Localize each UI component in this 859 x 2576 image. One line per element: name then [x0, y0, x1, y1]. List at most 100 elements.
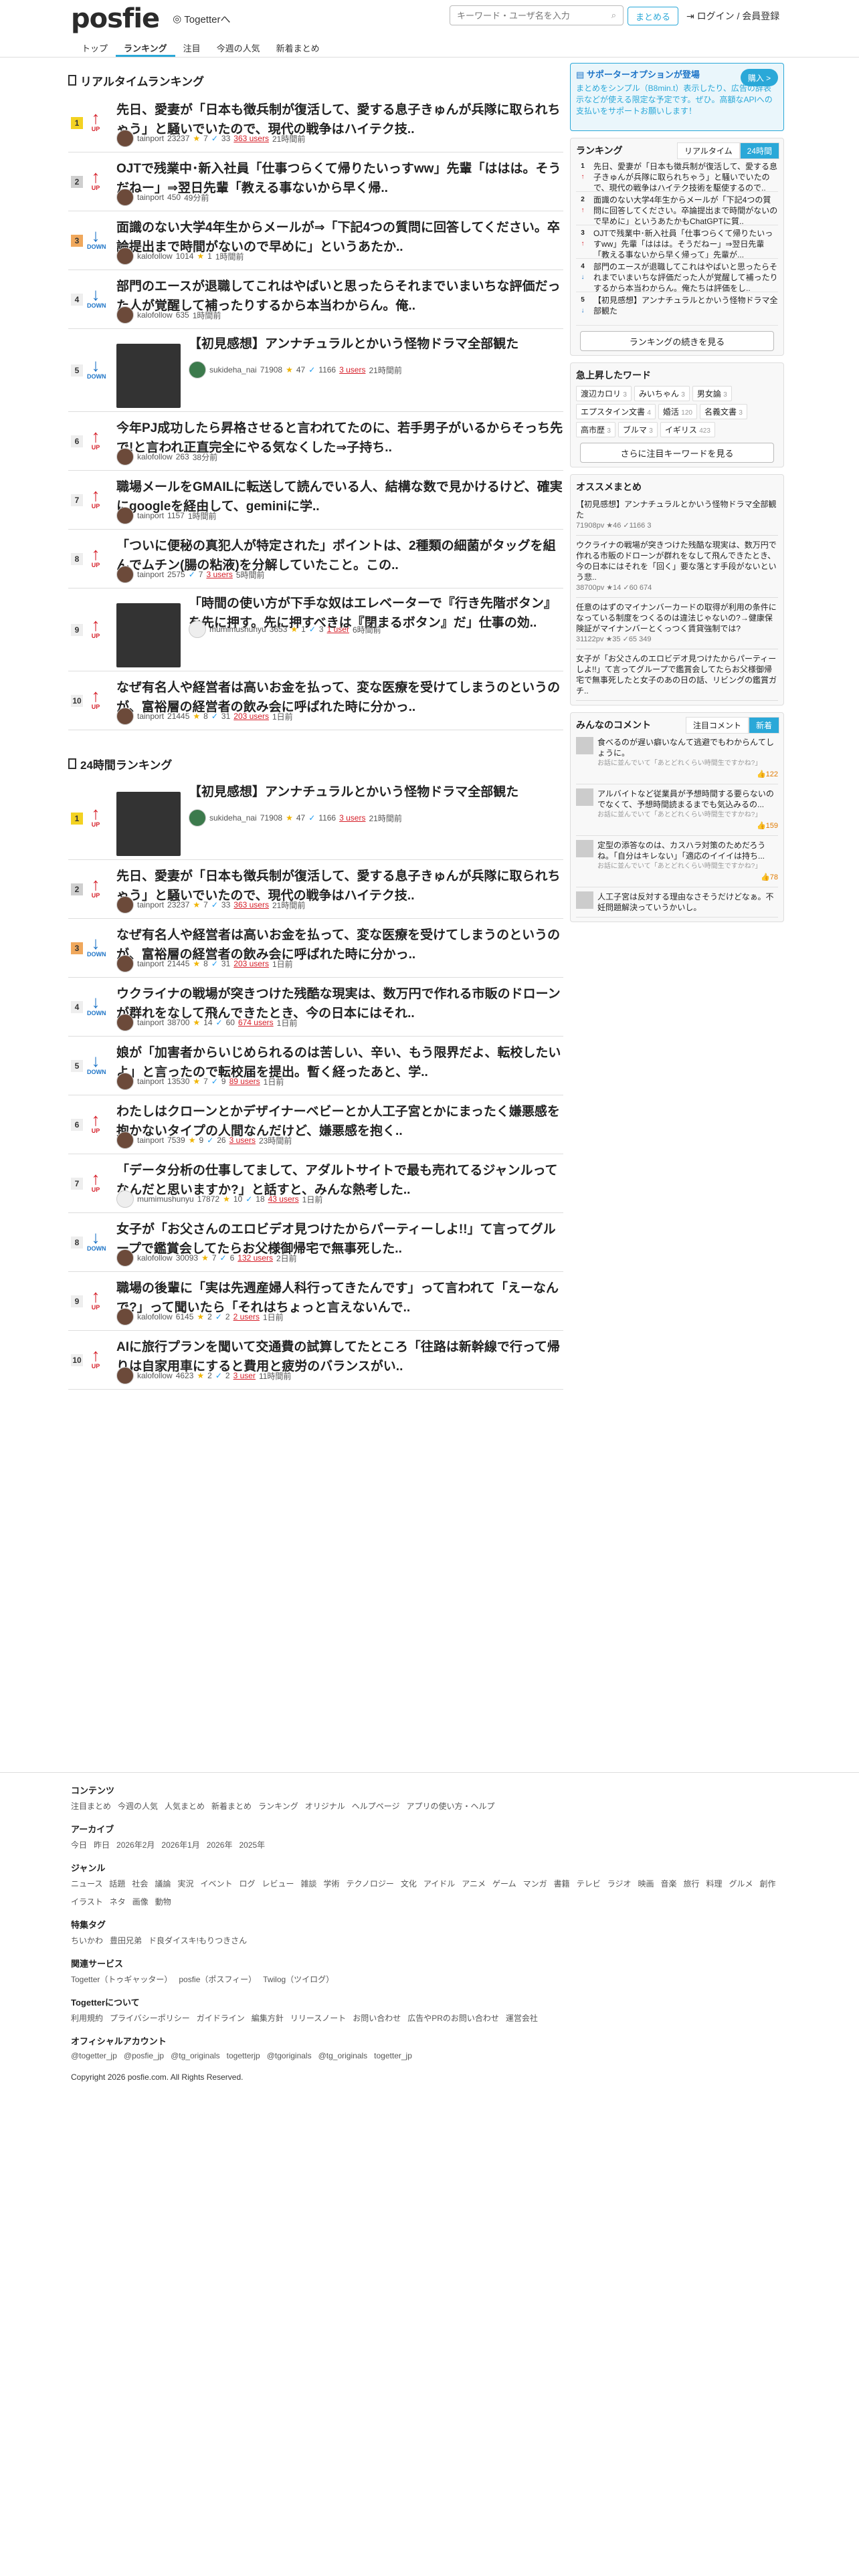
footer-link[interactable]: イラスト: [71, 1896, 103, 1907]
comment-source[interactable]: お話に並んでいて「あとどれくらい時間生ですかね?」: [597, 861, 778, 872]
avatar[interactable]: [116, 955, 134, 972]
footer-link[interactable]: Togetter（トゥギャッター）: [71, 1973, 172, 1985]
footer-link[interactable]: 料理: [706, 1878, 723, 1889]
users-count[interactable]: 3 users: [339, 813, 365, 823]
tab-featured[interactable]: 注目: [175, 37, 209, 57]
ranking-item[interactable]: 9 ↑ UP 職場の後輩に「実は先週産婦人科行ってきたんです」って言われて「えーなんで…: [68, 1272, 563, 1331]
footer-link[interactable]: 学術: [324, 1878, 340, 1889]
footer-link[interactable]: ゲーム: [492, 1878, 516, 1889]
footer-link[interactable]: 雑談: [301, 1878, 317, 1889]
footer-link[interactable]: 今週の人気: [118, 1800, 158, 1812]
comment-thumbnail[interactable]: [576, 788, 593, 806]
user-name[interactable]: tainport: [137, 1136, 164, 1145]
recommend-item[interactable]: 任意のはずのマイナンバーカードの取得が利用の条件になっている制度をつくるのは違法…: [576, 598, 778, 649]
item-title[interactable]: 【初見感想】アンナチュラルとかいう怪物ドラマ全部観た: [189, 782, 563, 802]
footer-link[interactable]: 画像: [132, 1896, 149, 1907]
recommend-item[interactable]: ウクライナの戦場が突きつけた残酷な現実は、数万円で作れる市販のドローンが群れをな…: [576, 536, 778, 598]
keyword-tag[interactable]: 男女論 3: [692, 386, 732, 401]
avatar[interactable]: [116, 1308, 134, 1325]
search-input[interactable]: [457, 10, 611, 21]
footer-link[interactable]: 利用規約: [71, 2012, 103, 2024]
side-ranking-title[interactable]: OJTで残業中･新入社員「仕事つらくて帰りたいっすww」先輩「ははは。そうだねー…: [593, 228, 778, 258]
ranking-item[interactable]: 4 ↓ DOWN ウクライナの戦場が突きつけた残酷な現実は、数万円で作れる市販のドロー…: [68, 978, 563, 1037]
footer-link[interactable]: グルメ: [729, 1878, 753, 1889]
side-ranking-title[interactable]: 先日、愛妻が「日本も徴兵制が復活して、愛する息子きゅんが兵隊に取られちゃう」と騒…: [593, 161, 778, 191]
footer-link[interactable]: @togetter_jp: [71, 2051, 117, 2060]
footer-link[interactable]: @tg_originals: [171, 2051, 220, 2060]
ranking-item[interactable]: 10 ↑ UP なぜ有名人や経営者は高いお金を払って、変な医療を受けてしまうのというの…: [68, 671, 563, 730]
footer-link[interactable]: 話題: [109, 1878, 125, 1889]
keywords-more-button[interactable]: さらに注目キーワードを見る: [580, 443, 774, 463]
comment-thumbnail[interactable]: [576, 891, 593, 909]
side-ranking-item[interactable]: 4 ↓ 部門のエースが退職してこれはやばいと思ったらそれまでいまいちな評価だった人が…: [576, 259, 778, 292]
footer-link[interactable]: @tg_originals: [318, 2051, 368, 2060]
comment-thumbnail[interactable]: [576, 840, 593, 857]
user-name[interactable]: kalofollow: [137, 1371, 173, 1380]
user-name[interactable]: tainport: [137, 134, 164, 143]
thumbnail-image[interactable]: [116, 344, 181, 408]
avatar[interactable]: [116, 448, 134, 465]
ranking-item[interactable]: 6 ↑ UP わたしはクローンとかデザイナーベビーとか人工子宮とかにまったく嫌悪感を抱…: [68, 1095, 563, 1154]
users-count[interactable]: 3 users: [339, 365, 365, 374]
users-count[interactable]: 203 users: [233, 959, 269, 968]
keyword-tag[interactable]: 婚活 120: [658, 404, 697, 419]
footer-link[interactable]: アイドル: [423, 1878, 455, 1889]
user-name[interactable]: mumimushunyu: [137, 1194, 194, 1204]
ranking-item[interactable]: 3 ↓ DOWN なぜ有名人や経営者は高いお金を払って、変な医療を受けてしまうのという…: [68, 919, 563, 978]
user-name[interactable]: tainport: [137, 193, 164, 202]
avatar[interactable]: [116, 1249, 134, 1267]
footer-link[interactable]: ちいかわ: [71, 1935, 103, 1946]
recommend-title[interactable]: 【初見感想】アンナチュラルとかいう怪物ドラマ全部観た: [576, 499, 778, 520]
togetter-link[interactable]: ◎ Togetterへ: [173, 12, 230, 26]
login-link[interactable]: ⇥ ログイン / 会員登録: [686, 9, 779, 23]
ranking-item[interactable]: 8 ↓ DOWN 女子が「お父さんのエロビデオ見つけたからパーティーしよ!!」て言って…: [68, 1213, 563, 1272]
footer-link[interactable]: 音楽: [660, 1878, 676, 1889]
user-name[interactable]: mumimushunyu: [209, 625, 266, 634]
avatar[interactable]: [116, 306, 134, 324]
footer-link[interactable]: オリジナル: [305, 1800, 345, 1812]
footer-link[interactable]: プライバシーポリシー: [110, 2012, 190, 2024]
users-count[interactable]: 3 users: [206, 570, 232, 579]
footer-link[interactable]: 今日: [71, 1839, 87, 1850]
keyword-tag[interactable]: 名義文書 3: [699, 404, 747, 419]
avatar[interactable]: [189, 621, 206, 638]
user-name[interactable]: tainport: [137, 712, 164, 721]
tab-weekly[interactable]: 今週の人気: [209, 37, 268, 57]
footer-link[interactable]: ログ: [239, 1878, 255, 1889]
users-count[interactable]: 3 users: [229, 1136, 256, 1145]
side-ranking-title[interactable]: 部門のエースが退職してこれはやばいと思ったらそれまでいまいちな評価だった人が覚醒…: [593, 261, 778, 292]
users-count[interactable]: 132 users: [237, 1253, 273, 1263]
footer-link[interactable]: togetter_jp: [374, 2051, 412, 2060]
footer-link[interactable]: ネタ: [110, 1896, 126, 1907]
footer-link[interactable]: ヘルプページ: [352, 1800, 400, 1812]
footer-link[interactable]: 2026年1月: [161, 1839, 199, 1850]
footer-link[interactable]: ド良ダイスキ!もりつきさん: [149, 1935, 247, 1946]
search-icon[interactable]: ⌕: [611, 10, 616, 21]
footer-link[interactable]: ニュース: [71, 1878, 102, 1889]
users-count[interactable]: 2 users: [233, 1312, 260, 1321]
footer-link[interactable]: 旅行: [684, 1878, 700, 1889]
avatar[interactable]: [189, 809, 206, 827]
footer-link[interactable]: 豊田兄弟: [110, 1935, 142, 1946]
avatar[interactable]: [116, 1014, 134, 1031]
user-name[interactable]: sukideha_nai: [209, 365, 257, 374]
user-name[interactable]: tainport: [137, 959, 164, 968]
ranking-item[interactable]: 2 ↑ UP OJTで残業中･新入社員「仕事つらくて帰りたいっすww」先輩「ははは。そ…: [68, 152, 563, 211]
ranking-item[interactable]: 10 ↑ UP AIに旅行プランを聞いて交通費の試算してたところ「往路は新幹線で行って…: [68, 1331, 563, 1390]
comment-item[interactable]: 食べるのが遅い癖いなんて逃避でもわからんてしょうに。 お話に並んでいて「あとどれく…: [576, 733, 778, 784]
keyword-tag[interactable]: ブルマ 3: [617, 422, 658, 437]
footer-link[interactable]: 2025年: [239, 1839, 265, 1850]
footer-link[interactable]: お問い合わせ: [353, 2012, 401, 2024]
users-count[interactable]: 89 users: [229, 1077, 260, 1086]
user-name[interactable]: kalofollow: [137, 1253, 173, 1263]
footer-link[interactable]: 新着まとめ: [211, 1800, 252, 1812]
users-count[interactable]: 363 users: [233, 134, 269, 143]
footer-link[interactable]: レビュー: [262, 1878, 294, 1889]
avatar[interactable]: [116, 507, 134, 524]
user-name[interactable]: kalofollow: [137, 251, 173, 261]
recommend-item[interactable]: 女子が「お父さんのエロビデオ見つけたからパーティーしよ!!」て言ってグループで鑑…: [576, 649, 778, 701]
footer-link[interactable]: 2026年2月: [116, 1839, 155, 1850]
user-name[interactable]: tainport: [137, 570, 164, 579]
keyword-tag[interactable]: エプスタイン文書 4: [576, 404, 656, 419]
avatar[interactable]: [116, 1367, 134, 1384]
